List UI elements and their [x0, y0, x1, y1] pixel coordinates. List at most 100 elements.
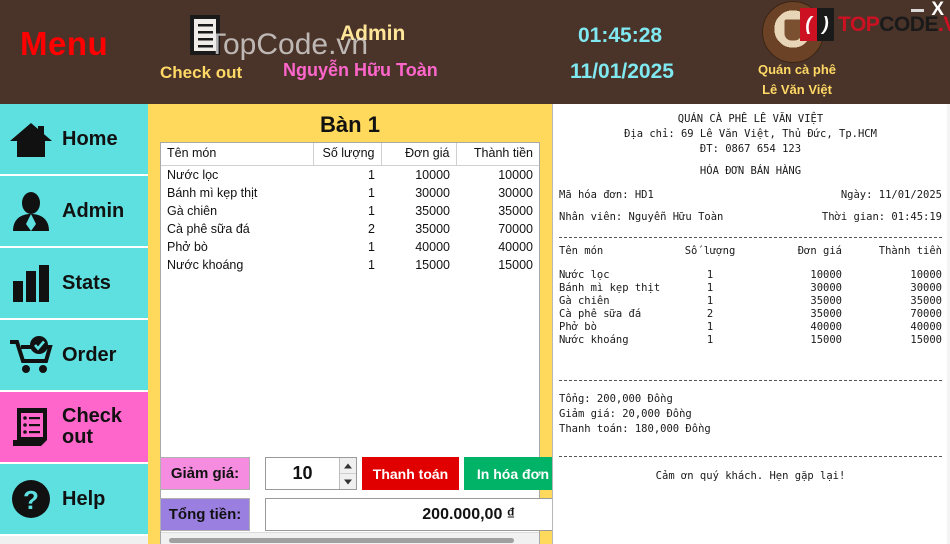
- receipt-col-price: Đơn giá: [797, 245, 842, 257]
- receipt-cell-qty: 1: [706, 269, 714, 281]
- topcode-mark-icon: ( ): [800, 8, 834, 41]
- discount-row: Giảm giá: 10 Thanh toán In hóa đơn: [160, 457, 562, 490]
- topcode-word-top: TOP: [838, 12, 880, 36]
- receipt-staff-row: Nhân viên: Nguyễn Hữu Toàn Thời gian: 01…: [559, 211, 942, 223]
- table-row[interactable]: Nước lọc 1 10000 10000: [161, 166, 539, 185]
- sidebar-label-stats: Stats: [62, 271, 111, 294]
- table-row[interactable]: Phở bò 1 40000 40000: [161, 238, 539, 256]
- receipt-cell-name: Nước lọc: [559, 269, 610, 281]
- table-row[interactable]: Gà chiên 1 35000 35000: [161, 202, 539, 220]
- stepper-down-icon[interactable]: [340, 474, 356, 489]
- cell-name: Bánh mì kẹp thịt: [167, 186, 258, 200]
- home-icon: [0, 119, 62, 159]
- receipt-cell-price: 35000: [810, 295, 842, 307]
- receipt-row: Bánh mì kẹp thịt 1 30000 30000: [559, 282, 942, 295]
- cell-name: Cà phê sữa đá: [167, 222, 250, 236]
- app-window: Menu Check out Admin Nguyễn Hữu Toàn 01:…: [0, 0, 950, 544]
- receipt-cell-qty: 1: [706, 321, 714, 333]
- sidebar-item-stats[interactable]: Stats: [0, 248, 148, 320]
- page-title: Menu: [20, 25, 109, 62]
- minimize-button[interactable]: [911, 9, 924, 12]
- col-qty: Số lượng: [313, 143, 382, 166]
- receipt-doc-title: HÓA ĐƠN BÁN HÀNG: [699, 165, 802, 177]
- receipt-cell-name: Nước khoáng: [559, 334, 629, 346]
- cell-qty: 2: [368, 222, 375, 236]
- receipt-invoice-row: Mã hóa đơn: HD1 Ngày: 11/01/2025: [559, 189, 942, 201]
- receipt-staff: Nhân viên: Nguyễn Hữu Toàn: [559, 211, 724, 223]
- print-invoice-button[interactable]: In hóa đơn: [464, 457, 562, 490]
- sidebar-item-home[interactable]: Home: [0, 104, 148, 176]
- bar-chart-icon: [0, 263, 62, 303]
- cell-price: 40000: [415, 240, 450, 254]
- topcode-logo: ( ) TOPCODE.VN: [800, 8, 950, 41]
- sidebar-item-help[interactable]: ? Help: [0, 464, 148, 536]
- receipt-date: Ngày: 11/01/2025: [840, 189, 942, 201]
- header-role: Admin: [340, 22, 406, 45]
- receipt-cell-name: Bánh mì kẹp thịt: [559, 282, 661, 294]
- header-clock: 01:45:28: [578, 24, 663, 47]
- receipt-cell-qty: 1: [706, 334, 714, 346]
- topcode-mark-right: ): [817, 8, 834, 41]
- cell-qty: 1: [368, 258, 375, 272]
- discount-label: Giảm giá:: [160, 457, 250, 490]
- receipt-preview[interactable]: QUÁN CÀ PHÊ LÊ VĂN VIỆT Địa chỉ: 69 Lê V…: [552, 104, 950, 544]
- close-button[interactable]: X: [931, 0, 944, 20]
- receipt-cell-qty: 1: [706, 295, 714, 307]
- receipt-divider-3: [559, 456, 942, 457]
- cell-total: 30000: [498, 186, 533, 200]
- total-label: Tổng tiền:: [160, 498, 250, 531]
- receipt-cell-price: 15000: [810, 334, 842, 346]
- receipt-header-row: Tên món Số lượng Đơn giá Thành tiền: [559, 245, 942, 258]
- cell-price: 30000: [415, 186, 450, 200]
- svg-text:?: ?: [23, 485, 39, 515]
- question-icon: ?: [0, 478, 62, 520]
- receipt-cell-price: 40000: [810, 321, 842, 333]
- table-header-row: Tên món Số lượng Đơn giá Thành tiền: [161, 143, 539, 166]
- col-price: Đơn giá: [381, 143, 457, 166]
- receipt-cell-name: Gà chiên: [559, 295, 610, 307]
- total-amount-field[interactable]: 200.000,00 ₫: [265, 498, 562, 531]
- sidebar-label-home: Home: [62, 127, 118, 150]
- grid-horizontal-scrollbar[interactable]: [161, 532, 539, 544]
- cell-name: Nước lọc: [167, 168, 219, 182]
- cell-price: 35000: [415, 204, 450, 218]
- receipt-cell-total: 70000: [910, 308, 942, 320]
- receipt-row: Cà phê sữa đá 2 35000 70000: [559, 308, 942, 321]
- table-row[interactable]: Bánh mì kẹp thịt 1 30000 30000: [161, 184, 539, 202]
- col-total: Thành tiền: [456, 143, 539, 166]
- pay-button[interactable]: Thanh toán: [362, 457, 459, 490]
- receipt-discount: Giảm giá: 20,000 Đồng: [559, 408, 692, 420]
- sidebar-label-checkout: Check out: [62, 405, 123, 448]
- sidebar-label-order: Order: [62, 343, 117, 366]
- sidebar-item-checkout[interactable]: Check out: [0, 392, 148, 464]
- receipt-invoice-code: Mã hóa đơn: HD1: [559, 189, 654, 201]
- receipt-row: Gà chiên 1 35000 35000: [559, 295, 942, 308]
- app-header: Menu Check out Admin Nguyễn Hữu Toàn 01:…: [0, 0, 950, 104]
- receipt-divider-2: [559, 380, 942, 381]
- sidebar-item-order[interactable]: Order: [0, 320, 148, 392]
- receipt-cell-total: 15000: [910, 334, 942, 346]
- receipt-cell-name: Cà phê sữa đá: [559, 308, 642, 320]
- cell-total: 35000: [498, 204, 533, 218]
- stepper-up-icon[interactable]: [340, 458, 356, 474]
- receipt-table: Tên món Số lượng Đơn giá Thành tiền Nước…: [559, 245, 942, 347]
- header-user-name: Nguyễn Hữu Toàn: [283, 60, 438, 80]
- table-row[interactable]: Nước khoáng 1 15000 15000: [161, 256, 539, 274]
- sidebar-item-admin[interactable]: Admin: [0, 176, 148, 248]
- sidebar-label-admin: Admin: [62, 199, 125, 222]
- receipt-cell-total: 30000: [910, 282, 942, 294]
- receipt-col-total: Thành tiền: [878, 245, 942, 257]
- cell-name: Gà chiên: [167, 204, 218, 218]
- user-icon: [0, 190, 62, 232]
- receipt-shop-name: QUÁN CÀ PHÊ LÊ VĂN VIỆT: [677, 113, 824, 125]
- receipt-cell-price: 30000: [810, 282, 842, 294]
- receipt-cell-total: 10000: [910, 269, 942, 281]
- cell-price: 10000: [415, 168, 450, 182]
- grid-scroll-thumb[interactable]: [169, 538, 514, 543]
- discount-stepper[interactable]: 10: [265, 457, 357, 490]
- order-panel: Bàn 1 Tên món Số lượng Đơn giá Thành tiề…: [148, 104, 562, 544]
- sidebar: Home Admin Stats Order Check out ? Help: [0, 104, 148, 544]
- table-row[interactable]: Cà phê sữa đá 2 35000 70000: [161, 220, 539, 238]
- discount-input[interactable]: 10: [266, 463, 339, 484]
- receipt-divider-1: [559, 237, 942, 238]
